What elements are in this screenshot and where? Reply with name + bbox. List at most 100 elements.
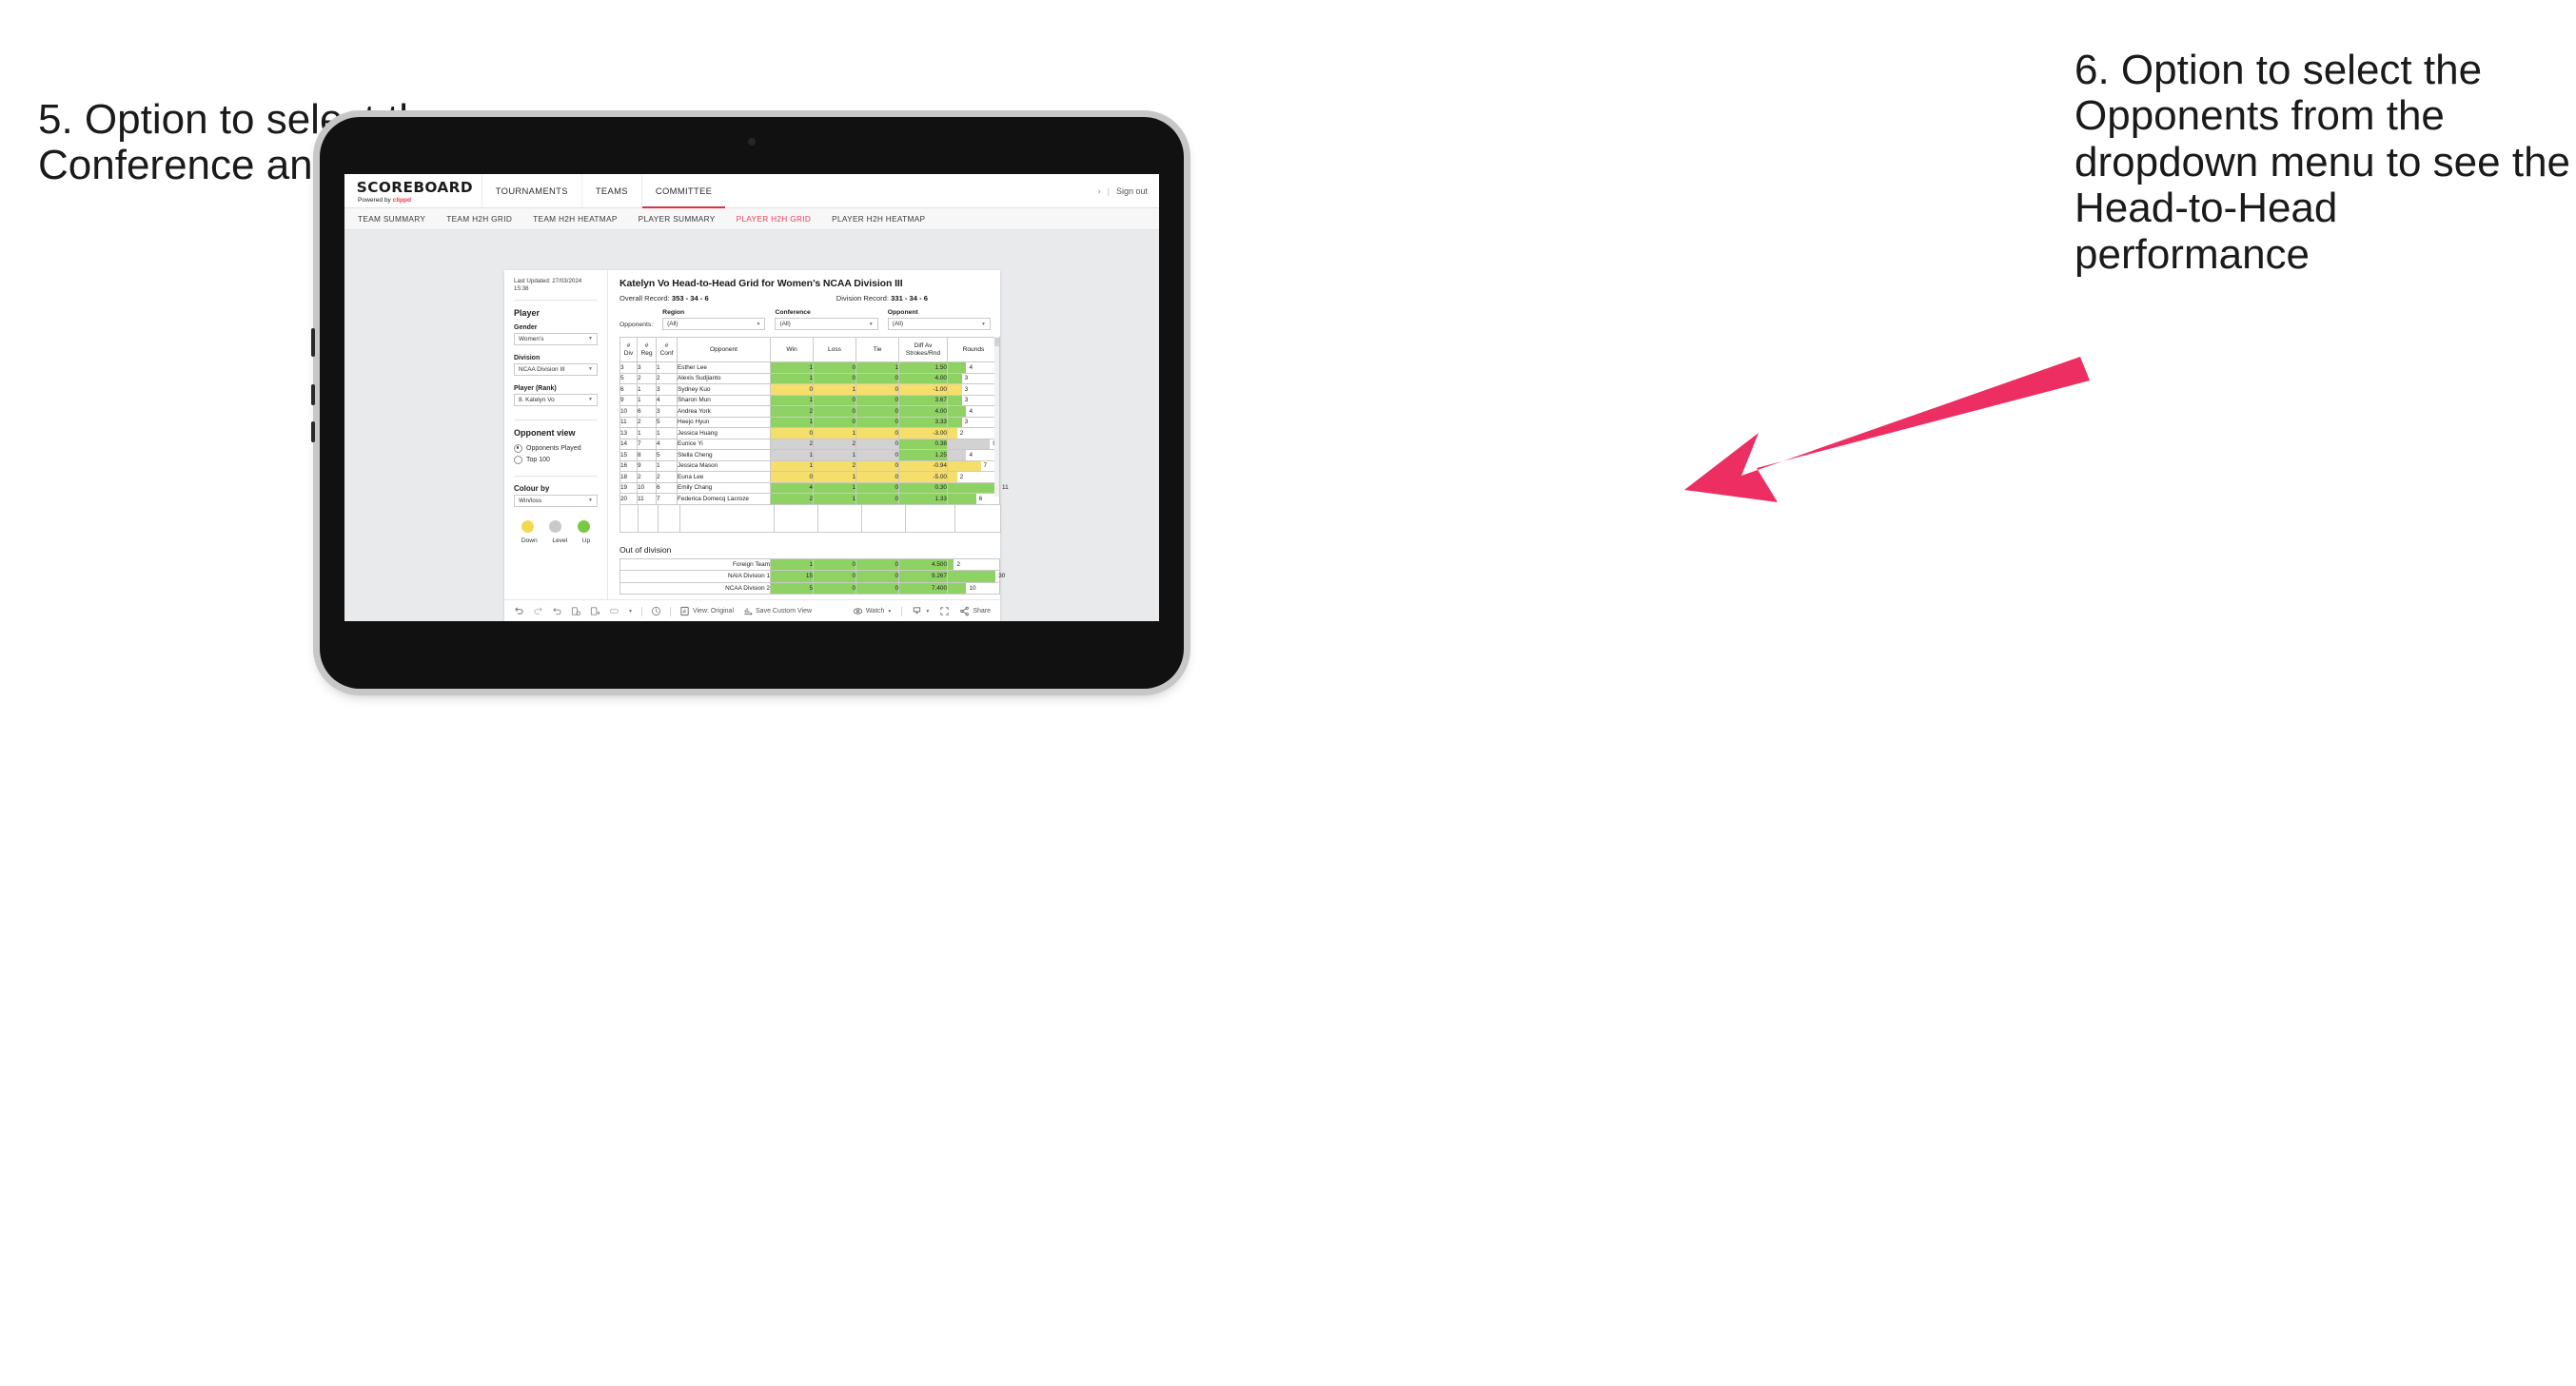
pause-auto-update-icon[interactable] [590, 606, 600, 616]
loop-icon[interactable] [609, 606, 619, 616]
sign-out-link[interactable]: Sign out [1116, 186, 1148, 196]
out-of-division-row[interactable]: NCAA Division 2 5 0 0 7.400 10 [619, 581, 1000, 595]
cell-diff: 4.00 [898, 405, 948, 418]
cell-reg: 9 [637, 459, 657, 472]
division-label: Division [514, 354, 541, 361]
cell-tie: 0 [855, 438, 899, 450]
cell-tie: 0 [855, 383, 899, 396]
fullscreen-icon[interactable] [939, 606, 950, 616]
save-custom-view-button[interactable]: Save Custom View [742, 606, 812, 616]
rounds-value: 3 [964, 375, 969, 382]
table-row[interactable]: 3 3 1 Esther Lee 1 0 1 1.50 4 [619, 361, 1000, 374]
cell-tie: 0 [855, 471, 899, 483]
rounds-bar [948, 406, 967, 417]
cell-conf: 6 [656, 481, 678, 494]
overall-record: Overall Record: 353 - 34 - 6 [619, 294, 709, 303]
rounds-value: 2 [959, 473, 964, 480]
cell-opponent: Andrea York [677, 405, 771, 418]
cell-conf: 4 [656, 438, 678, 450]
out-of-division-row[interactable]: NAIA Division 1 15 0 0 9.267 30 [619, 570, 1005, 583]
division-select[interactable]: NCAA Division III ▼ [514, 362, 598, 376]
colour-by-select[interactable]: Win/loss ▼ [514, 494, 598, 507]
legend-label-down: Down [521, 537, 538, 544]
table-row[interactable]: 11 2 5 Heejo Hyun 1 0 0 3.33 3 [619, 416, 1000, 428]
radio-on-icon [514, 443, 522, 453]
arrow-right [1684, 357, 2090, 502]
refresh-icon[interactable] [571, 606, 581, 616]
cell-win: 4 [770, 481, 814, 494]
pause-icon[interactable] [651, 606, 661, 616]
tab-team-summary[interactable]: TEAM SUMMARY [358, 214, 425, 224]
h2h-table-scrollbar[interactable] [994, 337, 999, 497]
share-button[interactable]: Share [959, 606, 991, 616]
chevron-right-icon[interactable]: › [1098, 186, 1101, 196]
rounds-value: 7 [983, 462, 988, 470]
table-row[interactable]: 9 1 4 Sharon Mun 1 0 0 3.67 3 [619, 394, 1000, 406]
h2h-table-wrapper: # Div # Reg # Conf Opponent Win Loss Tie Di… [619, 337, 1009, 533]
cell-diff: 4.500 [898, 557, 948, 571]
opponent-select[interactable]: (All) ▼ [887, 318, 991, 330]
opponents-filter-label: Opponents: [619, 322, 654, 328]
chevron-down-icon: ▼ [588, 336, 593, 342]
cell-conf: 3 [656, 405, 678, 418]
table-row[interactable]: 16 9 1 Jessica Mason 1 2 0 -0.94 7 [619, 459, 1000, 472]
cell-div: 10 [619, 405, 638, 418]
nav-teams[interactable]: TEAMS [580, 174, 641, 207]
download-button[interactable]: ▼ [912, 606, 930, 616]
view-original-button[interactable]: View: Original [679, 606, 734, 616]
table-row[interactable]: 13 1 1 Jessica Huang 0 1 0 -3.00 2 [619, 427, 1000, 439]
cell-div: 14 [619, 438, 638, 450]
rounds-value: 2 [956, 560, 961, 568]
rounds-bar [948, 472, 957, 482]
col-reg: # Reg [637, 337, 657, 362]
tab-team-h2h-grid[interactable]: TEAM H2H GRID [446, 214, 512, 224]
watch-button[interactable]: Watch ▼ [853, 606, 892, 616]
table-row[interactable]: 20 11 7 Federica Domecq Lacroze 2 1 0 1.33 6 [619, 493, 1000, 505]
rounds-value: 3 [964, 397, 969, 404]
h2h-table-scroll-thumb[interactable] [994, 338, 999, 346]
table-row[interactable]: 10 6 3 Andrea York 2 0 0 4.00 4 [619, 405, 1000, 418]
nav-tournaments[interactable]: TOURNAMENTS [481, 174, 581, 207]
cell-diff: 0.38 [898, 438, 948, 450]
table-row[interactable]: 5 2 2 Alexis Sudjianto 1 0 0 4.00 3 [619, 372, 1000, 384]
cell-reg: 1 [637, 394, 657, 406]
cell-rounds: 2 [947, 427, 1000, 439]
rounds-value: 4 [969, 407, 973, 415]
player-rank-select[interactable]: 8. Katelyn Vo ▼ [514, 393, 598, 406]
toolbar-right-group: Watch ▼ ▼ Share [853, 606, 991, 616]
cell-diff: 3.67 [898, 394, 948, 406]
radio-top-100[interactable]: Top 100 [514, 455, 598, 464]
conference-select[interactable]: (All) ▼ [775, 318, 878, 330]
radio-opponents-played[interactable]: Opponents Played [514, 443, 598, 453]
primary-nav: TOURNAMENTS TEAMS COMMITTEE [481, 174, 726, 208]
cell-group-name: NAIA Division 1 [619, 570, 771, 583]
region-select[interactable]: (All) ▼ [662, 318, 766, 330]
cell-rounds: 3 [947, 383, 1000, 396]
table-row[interactable]: 1474Eunice Yi2200.389 [619, 438, 1000, 450]
radio-top-100-label: Top 100 [526, 456, 550, 463]
conference-filter-group: Conference (All) ▼ [775, 309, 878, 330]
nav-committee[interactable]: COMMITTEE [640, 174, 726, 208]
table-row[interactable]: 18 2 2 Euna Lee 0 1 0 -5.00 2 [619, 471, 1000, 483]
legend-dot-up [577, 519, 590, 533]
undo-icon[interactable] [514, 606, 524, 616]
tab-player-summary[interactable]: PLAYER SUMMARY [639, 214, 716, 224]
rounds-value: 11 [1002, 484, 1009, 492]
app-header: SCOREBOARD Powered by clippd TOURNAMENTS… [344, 174, 1159, 208]
tab-team-h2h-heatmap[interactable]: TEAM H2H HEATMAP [533, 214, 618, 224]
chevron-down-icon[interactable]: ▼ [628, 609, 633, 615]
division-record-label: Division Record: [836, 294, 892, 303]
cell-tie: 0 [855, 416, 899, 428]
cell-conf: 4 [656, 394, 678, 406]
tab-player-h2h-grid[interactable]: PLAYER H2H GRID [737, 214, 812, 224]
cell-opponent: Jessica Mason [677, 459, 771, 472]
tab-player-h2h-heatmap[interactable]: PLAYER H2H HEATMAP [832, 214, 925, 224]
revert-icon[interactable] [552, 606, 562, 616]
table-row[interactable]: 6 1 3 Sydney Kuo 0 1 0 -1.00 3 [619, 383, 1000, 396]
cell-loss: 1 [813, 427, 856, 439]
table-row[interactable]: 19 10 6 Emily Chang 4 1 0 0.30 11 [619, 481, 1009, 494]
out-of-division-row[interactable]: Foreign Team 1 0 0 4.500 2 [619, 557, 1000, 571]
table-row[interactable]: 15 8 5 Stella Cheng 1 1 0 1.25 4 [619, 449, 1000, 461]
gender-select[interactable]: Women’s ▼ [514, 332, 598, 345]
redo-icon[interactable] [533, 606, 543, 616]
